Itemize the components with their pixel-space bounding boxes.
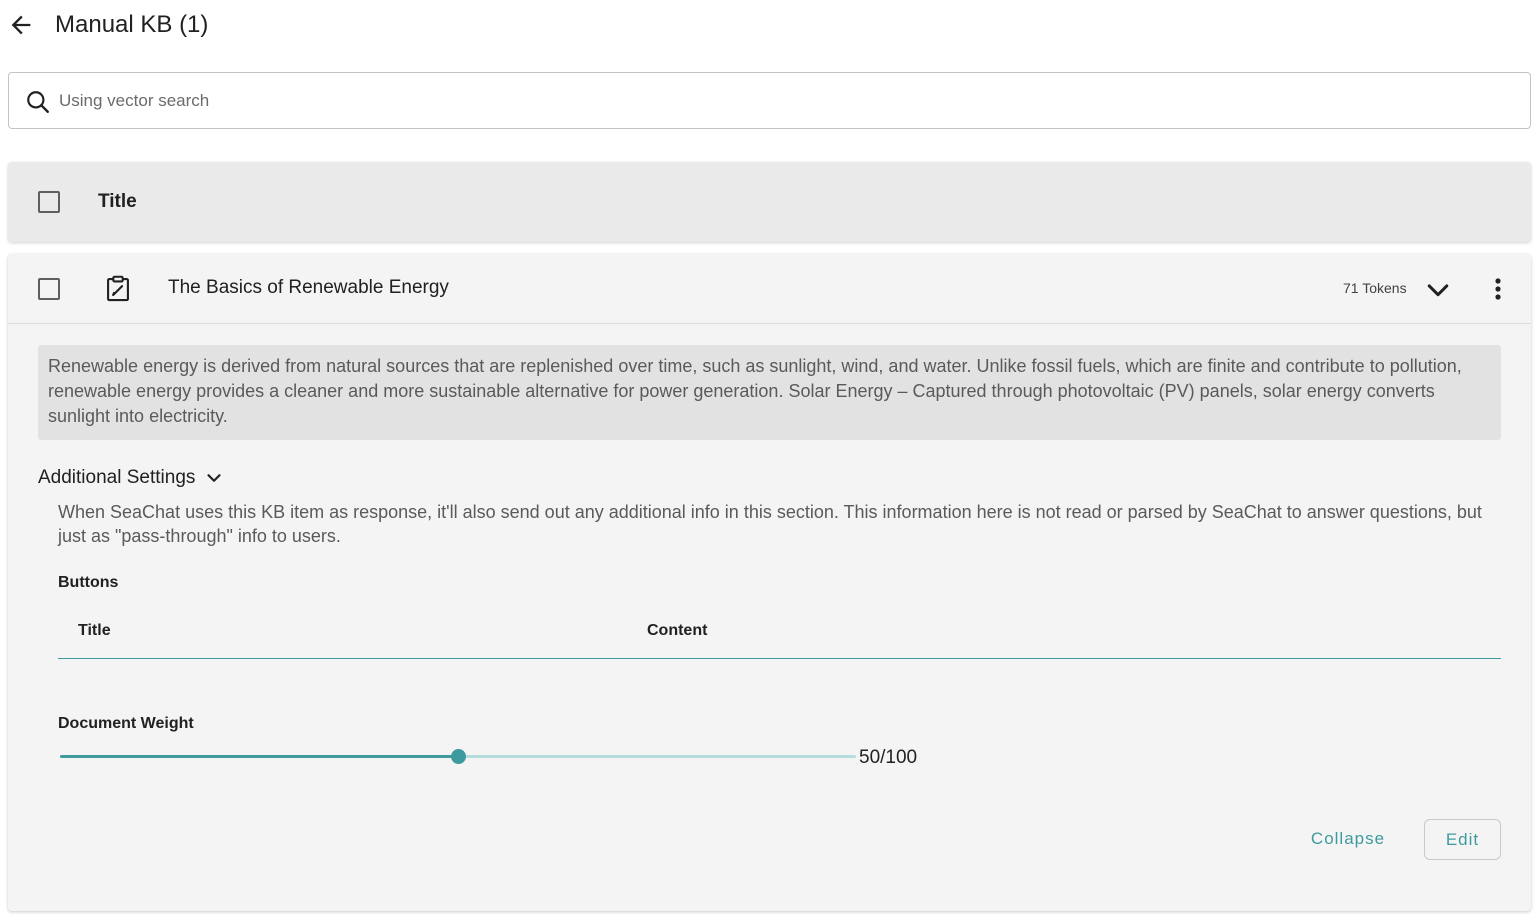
clipboard-edit-icon — [107, 275, 129, 302]
buttons-column-content: Content — [647, 622, 708, 639]
page-title: Manual KB (1) — [55, 11, 209, 38]
token-count: 71 Tokens — [1343, 280, 1407, 296]
arrow-left-icon — [11, 15, 31, 35]
kb-item-content: Renewable energy is derived from natural… — [38, 345, 1501, 440]
kb-item-title: The Basics of Renewable Energy — [168, 277, 449, 298]
more-vert-icon[interactable] — [1486, 274, 1510, 304]
table-row[interactable]: The Basics of Renewable Energy 71 Tokens — [8, 254, 1531, 324]
additional-settings-label: Additional Settings — [38, 467, 196, 488]
back-button[interactable] — [6, 10, 36, 40]
row-checkbox[interactable] — [38, 278, 60, 300]
column-title-header: Title — [98, 191, 137, 212]
buttons-column-title: Title — [78, 622, 111, 639]
kb-item-card: The Basics of Renewable Energy 71 Tokens… — [8, 254, 1531, 911]
buttons-section-label: Buttons — [58, 574, 119, 591]
search-input[interactable] — [59, 85, 1509, 117]
collapse-button[interactable]: Collapse — [1298, 821, 1398, 857]
document-weight-label: Document Weight — [58, 715, 194, 732]
chevron-down-icon — [207, 474, 221, 482]
slider-thumb[interactable] — [451, 749, 466, 764]
edit-button[interactable]: Edit — [1424, 819, 1501, 860]
search-box[interactable] — [8, 72, 1531, 129]
additional-settings-description: When SeaChat uses this KB item as respon… — [58, 502, 1482, 546]
document-weight-value: 50/100 — [859, 747, 918, 768]
slider-track — [60, 755, 458, 758]
table-header: Title — [8, 162, 1531, 242]
select-all-checkbox[interactable] — [38, 191, 60, 213]
search-icon — [27, 91, 49, 113]
document-weight-slider[interactable] — [60, 744, 856, 768]
additional-settings-toggle[interactable]: Additional Settings — [38, 465, 225, 491]
page-header: Manual KB (1) — [0, 0, 1536, 50]
chevron-down-icon[interactable] — [1424, 276, 1452, 304]
buttons-table-header: Title Content — [58, 612, 1501, 659]
